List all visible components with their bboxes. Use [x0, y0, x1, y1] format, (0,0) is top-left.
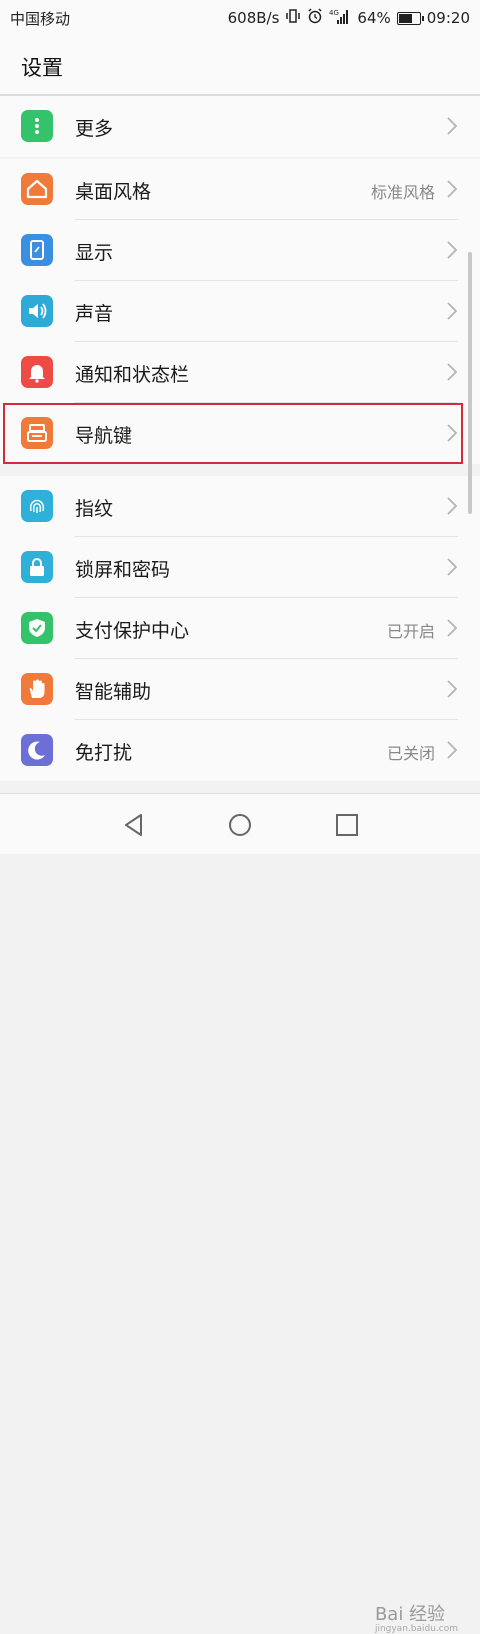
settings-item-label: 显示 [75, 242, 114, 264]
shield-check-icon [21, 612, 53, 644]
title-bar: 设置 [0, 34, 480, 94]
settings-item-1-1[interactable]: 显示 [0, 220, 480, 281]
watermark-text: Bai 经验 [374, 1604, 446, 1625]
settings-item-1-0[interactable]: 桌面风格 标准风格 [0, 159, 480, 220]
lock-icon [21, 551, 53, 583]
settings-item-label: 支付保护中心 [75, 620, 190, 642]
recents-icon[interactable] [334, 812, 360, 838]
settings-item-2-2[interactable]: 支付保护中心 已开启 [0, 598, 480, 659]
settings-group-1: 更多 [0, 96, 480, 157]
chevron-right-icon [447, 180, 458, 198]
page-title: 设置 [21, 56, 63, 80]
chevron-right-icon [447, 117, 458, 135]
settings-item-value: 标准风格 [370, 183, 435, 202]
home-button-icon[interactable] [227, 812, 253, 838]
settings-item-2-1[interactable]: 锁屏和密码 [0, 537, 480, 598]
clock: 09:20 [426, 9, 470, 27]
settings-item-2-3[interactable]: 智能辅助 [0, 659, 480, 720]
signal-type-label: 4G [329, 9, 339, 17]
chevron-right-icon [447, 558, 458, 576]
net-speed: 608B/s [227, 9, 280, 27]
settings-item-label: 桌面风格 [75, 181, 152, 203]
speaker-icon [21, 295, 53, 327]
settings-item-value: 已开启 [386, 622, 435, 641]
carrier-label: 中国移动 [10, 10, 71, 28]
fingerprint-icon [21, 490, 53, 522]
chevron-right-icon [447, 302, 458, 320]
settings-item-label: 免打扰 [75, 742, 133, 764]
chevron-right-icon [447, 241, 458, 259]
settings-item-label: 智能辅助 [75, 681, 152, 703]
bell-icon [21, 356, 53, 388]
battery-percent: 64% [357, 9, 391, 27]
alarm-icon [307, 8, 323, 28]
more-vertical-icon [21, 110, 53, 142]
settings-item-0-0[interactable]: 更多 [0, 96, 480, 157]
chevron-right-icon [447, 619, 458, 637]
settings-item-2-4[interactable]: 免打扰 已关闭 [0, 720, 480, 781]
signal-icon: 4G [329, 8, 351, 28]
chevron-right-icon [447, 680, 458, 698]
settings-item-label: 锁屏和密码 [75, 559, 171, 581]
settings-item-label: 更多 [75, 118, 114, 140]
watermark-sub: jingyan.baidu.com [374, 1624, 458, 1634]
chevron-right-icon [447, 497, 458, 515]
watermark: Bai 经验 jingyan.baidu.com [375, 1600, 458, 1634]
battery-icon [396, 11, 424, 25]
settings-item-label: 声音 [75, 303, 114, 325]
display-phone-icon [21, 234, 53, 266]
chevron-right-icon [447, 363, 458, 381]
settings-item-2-0[interactable]: 指纹 [0, 476, 480, 537]
vibrate-icon [285, 9, 301, 27]
settings-item-1-2[interactable]: 声音 [0, 281, 480, 342]
settings-group-3: 指纹锁屏和密码支付保护中心 已开启智能辅助免打扰 已关闭 [0, 476, 480, 781]
highlight-box [3, 403, 463, 464]
settings-item-1-3[interactable]: 通知和状态栏 [0, 342, 480, 403]
home-icon [21, 173, 53, 205]
moon-icon [21, 734, 53, 766]
settings-item-label: 通知和状态栏 [75, 364, 190, 386]
settings-item-value: 已关闭 [386, 744, 435, 763]
hand-icon [21, 673, 53, 705]
navigation-bar: Bai 经验 jingyan.baidu.com [0, 793, 480, 1634]
back-icon[interactable] [121, 812, 147, 838]
status-bar: 中国移动 608B/s 4G 64% 09:20 [0, 0, 480, 34]
settings-item-label: 指纹 [75, 498, 114, 520]
chevron-right-icon [447, 741, 458, 759]
scrollbar[interactable] [468, 252, 472, 514]
